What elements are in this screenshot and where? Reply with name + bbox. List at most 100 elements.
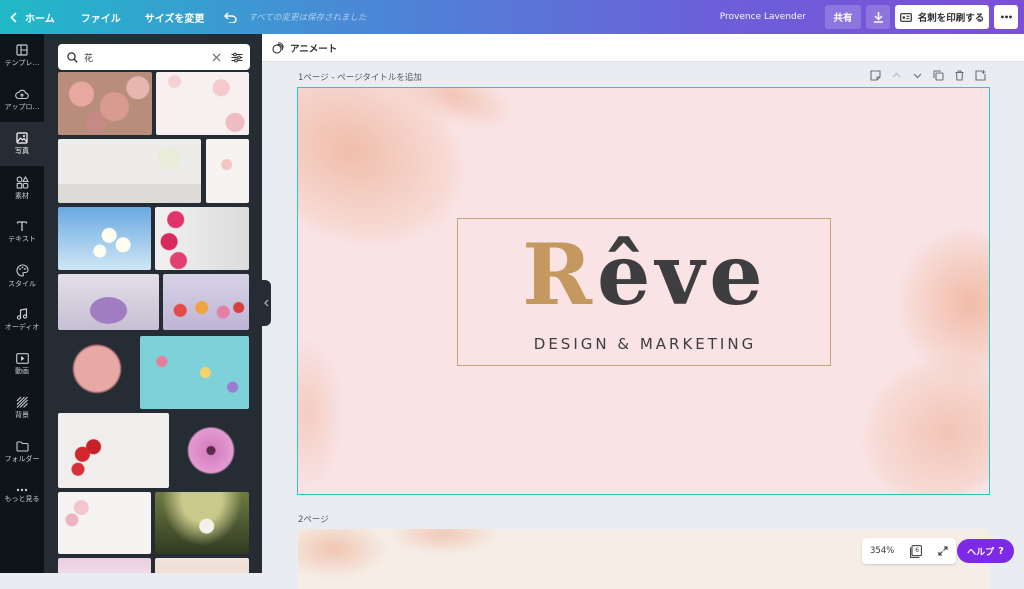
undo-icon bbox=[224, 12, 238, 23]
photo-thumbnail[interactable] bbox=[58, 274, 159, 330]
photo-thumbnail[interactable] bbox=[58, 72, 152, 135]
sidebar-item-label: テキスト bbox=[8, 235, 36, 243]
sidebar-item-more[interactable]: もっと見る bbox=[0, 474, 44, 518]
top-bar: ホーム ファイル サイズを変更 すべての変更は保存されました Provence … bbox=[0, 0, 1024, 34]
sidebar-item-text[interactable]: テキスト bbox=[0, 210, 44, 254]
sidebar-item-label: 動画 bbox=[15, 366, 29, 375]
save-status: すべての変更は保存されました bbox=[248, 13, 367, 23]
print-label: 名刺を印刷する bbox=[917, 13, 985, 24]
photo-thumbnail[interactable] bbox=[58, 558, 151, 573]
sidebar-item-label: フォルダー bbox=[4, 454, 40, 463]
more-options-button[interactable]: ••• bbox=[994, 5, 1018, 29]
sidebar-item-label: 写真 bbox=[15, 147, 29, 155]
photo-thumbnail[interactable] bbox=[155, 207, 249, 270]
clear-search-icon[interactable] bbox=[212, 53, 221, 62]
sidebar-item-label: 素材 bbox=[15, 191, 29, 200]
page-notes-icon[interactable] bbox=[870, 70, 881, 81]
sidebar-item-audio[interactable]: オーディオ bbox=[0, 298, 44, 342]
photo-thumbnail[interactable] bbox=[58, 336, 136, 409]
search-icon bbox=[67, 51, 78, 63]
download-button[interactable] bbox=[866, 5, 890, 29]
design-title[interactable]: Provence Lavender bbox=[720, 12, 806, 22]
search-input[interactable]: 花 bbox=[84, 51, 212, 64]
logo-tagline: DESIGN & MARKETING bbox=[533, 335, 757, 353]
download-icon bbox=[873, 11, 884, 23]
delete-page-icon[interactable] bbox=[954, 70, 965, 81]
sidebar-item-label: 背景 bbox=[15, 411, 29, 419]
help-button[interactable]: ヘルプ ? bbox=[957, 539, 1014, 563]
chevron-up-icon[interactable] bbox=[891, 70, 902, 81]
page-grid-button[interactable]: 6 bbox=[910, 544, 923, 558]
photo-thumbnail[interactable] bbox=[140, 336, 249, 409]
sidebar-item-styles[interactable]: スタイル bbox=[0, 254, 44, 298]
photo-icon bbox=[16, 132, 28, 144]
sidebar-item-label: テンプレ… bbox=[4, 59, 40, 67]
sidebar-item-folders[interactable]: フォルダー bbox=[0, 430, 44, 474]
home-label: ホーム bbox=[25, 13, 55, 25]
editor-toolbar: アニメート bbox=[262, 34, 1024, 62]
help-label: ヘルプ bbox=[967, 547, 995, 558]
zoom-controls: 354% 6 bbox=[862, 538, 956, 564]
help-question-icon: ? bbox=[998, 545, 1004, 557]
print-business-card-button[interactable]: 名刺を印刷する bbox=[895, 5, 989, 29]
animate-icon bbox=[272, 41, 284, 54]
left-rail: テンプレ… アップロ… 写真 素材 テキスト スタイル オーディオ 動画 背景 … bbox=[0, 34, 44, 573]
music-icon bbox=[16, 308, 28, 320]
collapse-panel-handle[interactable] bbox=[262, 280, 271, 326]
logo-letter-r: R bbox=[522, 225, 598, 324]
photo-thumbnail[interactable] bbox=[173, 413, 249, 488]
elements-icon bbox=[16, 175, 29, 189]
animate-button[interactable]: アニメート bbox=[290, 41, 337, 55]
more-dots-icon bbox=[16, 488, 28, 492]
sidebar-item-templates[interactable]: テンプレ… bbox=[0, 34, 44, 78]
sidebar-item-uploads[interactable]: アップロ… bbox=[0, 78, 44, 122]
photo-thumbnail[interactable] bbox=[58, 413, 169, 488]
share-button[interactable]: 共有 bbox=[825, 5, 861, 29]
chevron-left-small-icon bbox=[264, 299, 269, 307]
add-page-icon[interactable] bbox=[975, 70, 986, 81]
home-button[interactable]: ホーム bbox=[0, 0, 64, 34]
file-menu-button[interactable]: ファイル bbox=[72, 0, 130, 34]
text-icon bbox=[16, 220, 28, 232]
page-count-badge: 6 bbox=[915, 546, 920, 554]
sidebar-item-background[interactable]: 背景 bbox=[0, 386, 44, 430]
photo-thumbnail[interactable] bbox=[163, 274, 249, 330]
undo-button[interactable] bbox=[215, 0, 246, 34]
sidebar-item-label: スタイル bbox=[8, 279, 36, 288]
filter-settings-icon[interactable] bbox=[231, 52, 243, 63]
photo-thumbnail[interactable] bbox=[58, 139, 201, 203]
chevron-left-icon bbox=[10, 11, 17, 23]
page-2-title[interactable]: 2ページ bbox=[298, 513, 329, 525]
sidebar-item-label: もっと見る bbox=[4, 495, 40, 503]
folder-icon bbox=[15, 440, 29, 452]
logo-wordmark: Rêve bbox=[458, 225, 832, 325]
sidebar-item-elements[interactable]: 素材 bbox=[0, 166, 44, 210]
duplicate-page-icon[interactable] bbox=[933, 70, 944, 81]
photo-thumbnail[interactable] bbox=[155, 492, 249, 554]
photo-thumbnail[interactable] bbox=[206, 139, 249, 203]
photo-thumbnail[interactable] bbox=[58, 492, 151, 554]
background-pattern-icon bbox=[16, 396, 28, 408]
video-icon bbox=[15, 352, 29, 364]
search-bar: 花 bbox=[58, 44, 250, 70]
sidebar-item-label: アップロ… bbox=[4, 102, 40, 111]
resize-button[interactable]: サイズを変更 bbox=[136, 0, 214, 34]
page-1-title[interactable]: 1ページ - ページタイトルを追加 bbox=[298, 71, 422, 83]
watercolor-brush-stroke bbox=[388, 529, 498, 554]
chevron-down-icon[interactable] bbox=[912, 70, 923, 81]
fullscreen-icon[interactable] bbox=[938, 546, 948, 556]
palette-icon bbox=[16, 263, 29, 277]
watercolor-brush-stroke bbox=[298, 338, 343, 488]
business-card-icon bbox=[899, 12, 912, 22]
sidebar-item-photos[interactable]: 写真 bbox=[0, 122, 44, 166]
logo-letters-eve: êve bbox=[597, 225, 768, 324]
zoom-level[interactable]: 354% bbox=[870, 546, 894, 556]
logo-frame[interactable]: Rêve DESIGN & MARKETING bbox=[457, 218, 831, 366]
photo-thumbnail[interactable] bbox=[156, 72, 249, 135]
sidebar-item-video[interactable]: 動画 bbox=[0, 342, 44, 386]
watercolor-brush-stroke bbox=[838, 334, 989, 494]
design-page-1[interactable]: Rêve DESIGN & MARKETING bbox=[297, 87, 990, 495]
photo-thumbnail[interactable] bbox=[58, 207, 151, 270]
photo-thumbnail[interactable] bbox=[155, 558, 249, 573]
upload-cloud-icon bbox=[15, 89, 29, 100]
